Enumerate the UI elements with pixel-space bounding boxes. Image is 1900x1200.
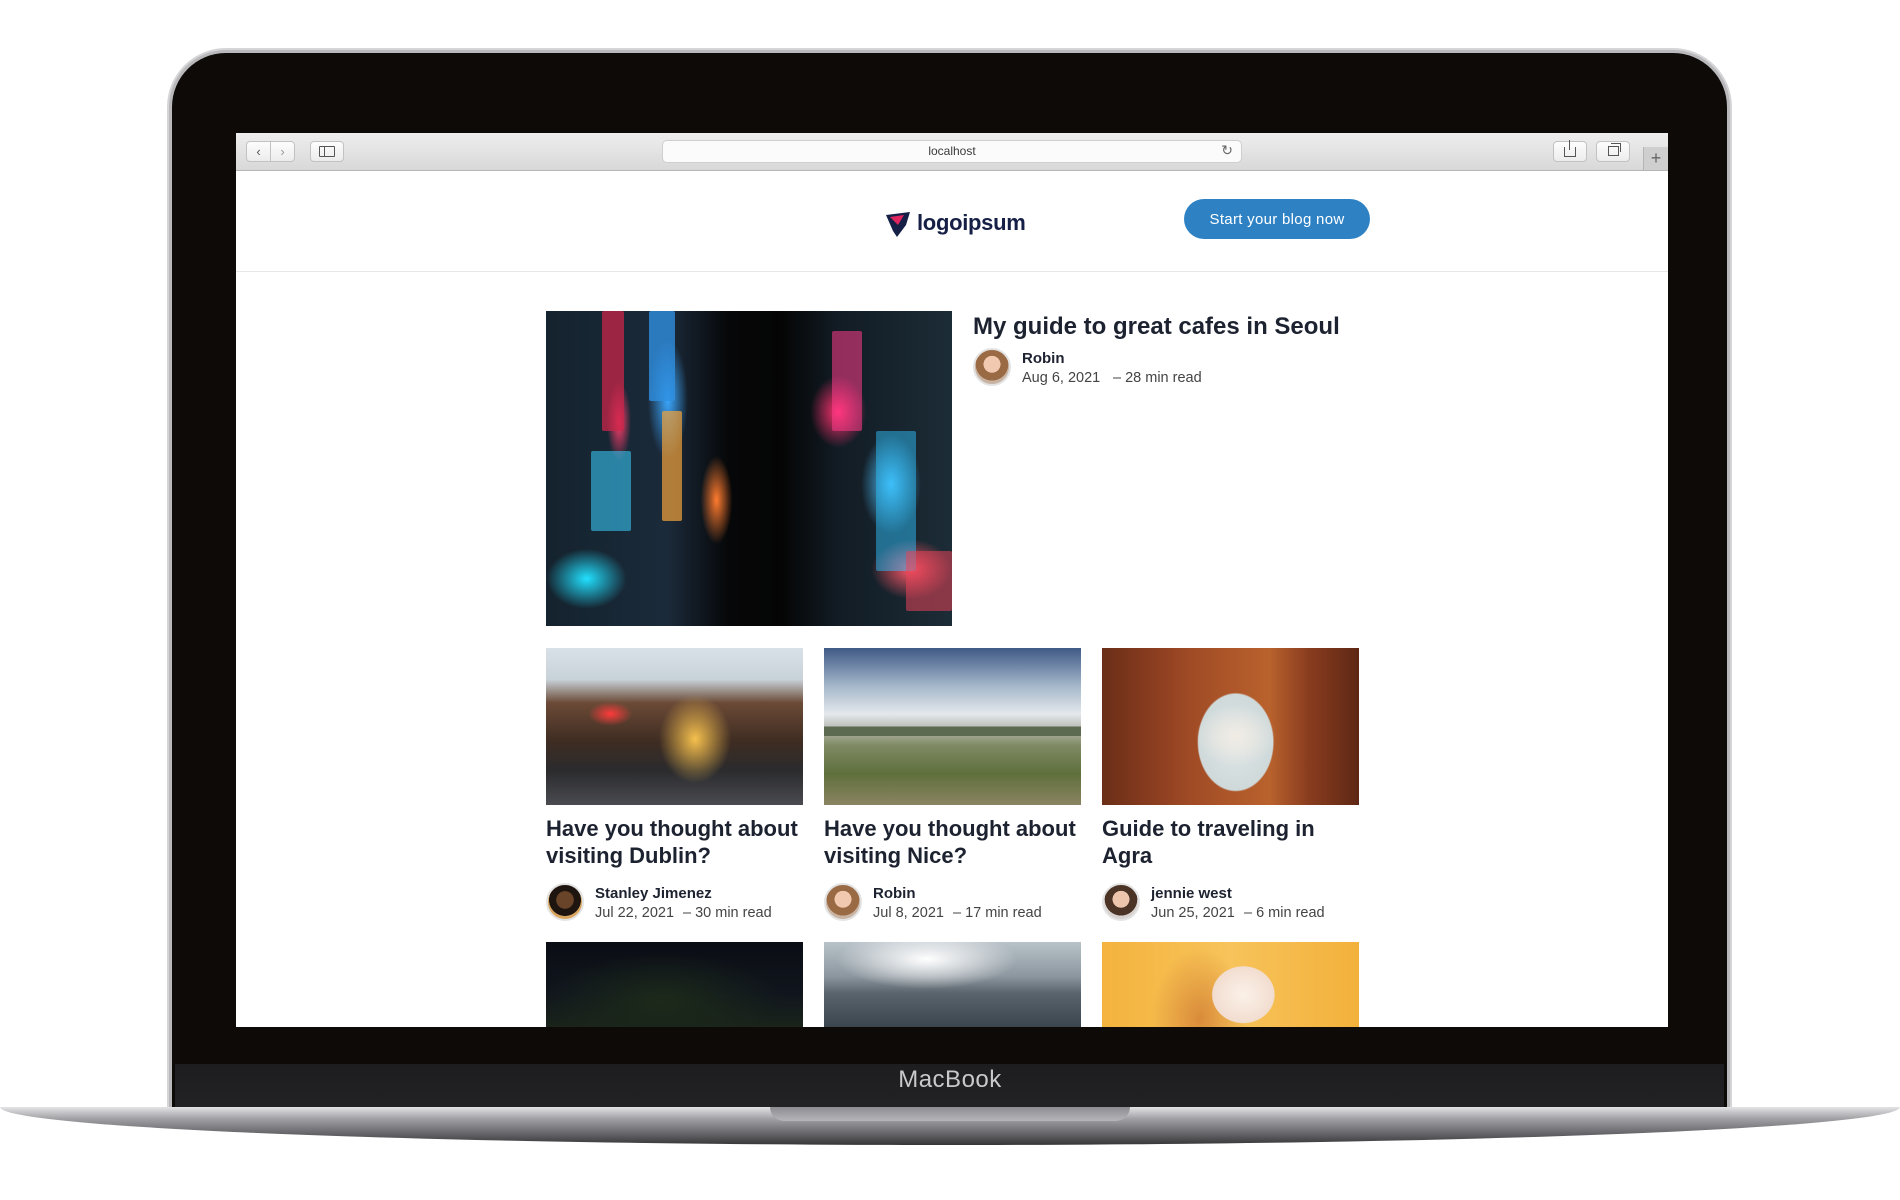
- chevron-right-icon: ›: [280, 144, 285, 159]
- sidebar-icon: [319, 146, 335, 158]
- chevron-left-icon: ‹: [256, 144, 261, 159]
- post-title[interactable]: Have you thought about visiting Dublin?: [546, 815, 808, 869]
- sidebar-toggle-button[interactable]: [310, 141, 344, 162]
- laptop-notch: [770, 1107, 1130, 1121]
- back-button[interactable]: ‹: [246, 141, 271, 162]
- tabs-icon: [1607, 143, 1621, 156]
- post-date: Jul 8, 2021: [873, 905, 944, 921]
- author-name[interactable]: jennie west: [1151, 885, 1232, 902]
- read-time: – 6 min read: [1244, 905, 1325, 921]
- reload-icon[interactable]: ↻: [1221, 142, 1233, 159]
- logo-text: logoipsum: [917, 210, 1026, 235]
- author-avatar: [546, 883, 584, 921]
- post-image-nice[interactable]: [824, 648, 1081, 805]
- post-image[interactable]: [1102, 942, 1359, 1027]
- featured-post-image[interactable]: [546, 311, 952, 626]
- neon-sign: [649, 311, 675, 401]
- address-bar[interactable]: localhost ↻: [662, 140, 1242, 163]
- author-name[interactable]: Stanley Jimenez: [595, 885, 712, 902]
- post-image[interactable]: [824, 942, 1081, 1027]
- neon-sign: [832, 331, 862, 431]
- post-title[interactable]: Guide to traveling in Agra: [1102, 815, 1364, 869]
- read-time: – 17 min read: [953, 905, 1042, 921]
- start-blog-button[interactable]: Start your blog now: [1184, 199, 1370, 239]
- author-avatar: [1102, 883, 1140, 921]
- post-image-dublin[interactable]: [546, 648, 803, 805]
- neon-sign: [906, 551, 952, 611]
- browser-toolbar: ‹ › localhost ↻ +: [236, 133, 1668, 171]
- tabs-overview-button[interactable]: [1596, 141, 1630, 162]
- laptop-brand-label: MacBook: [898, 1066, 1002, 1093]
- logo-mark-icon: [886, 212, 910, 237]
- share-icon: [1564, 140, 1576, 157]
- share-button[interactable]: [1553, 140, 1587, 162]
- post-image[interactable]: [546, 942, 803, 1027]
- forward-button[interactable]: ›: [270, 141, 295, 162]
- author-avatar: [973, 348, 1011, 386]
- author-name[interactable]: Robin: [1022, 350, 1065, 367]
- author-name[interactable]: Robin: [873, 885, 916, 902]
- plus-icon: +: [1650, 148, 1662, 168]
- neon-sign: [876, 431, 916, 571]
- browser-window: ‹ › localhost ↻ + logoipsum Start your b…: [236, 133, 1668, 1027]
- read-time: – 28 min read: [1113, 370, 1202, 386]
- post-title[interactable]: Have you thought about visiting Nice?: [824, 815, 1086, 869]
- post-date: Jun 25, 2021: [1151, 905, 1235, 921]
- neon-sign: [662, 411, 682, 521]
- post-date: Aug 6, 2021: [1022, 370, 1101, 386]
- site-header: logoipsum Start your blog now: [236, 171, 1668, 272]
- featured-post-title[interactable]: My guide to great cafes in Seoul: [973, 313, 1340, 341]
- read-time: – 30 min read: [683, 905, 772, 921]
- neon-sign: [602, 311, 624, 431]
- neon-sign: [591, 451, 631, 531]
- post-date: Jul 22, 2021: [595, 905, 675, 921]
- post-image-agra[interactable]: [1102, 648, 1359, 805]
- new-tab-button[interactable]: +: [1643, 147, 1668, 170]
- address-text: localhost: [928, 144, 976, 158]
- author-avatar: [824, 883, 862, 921]
